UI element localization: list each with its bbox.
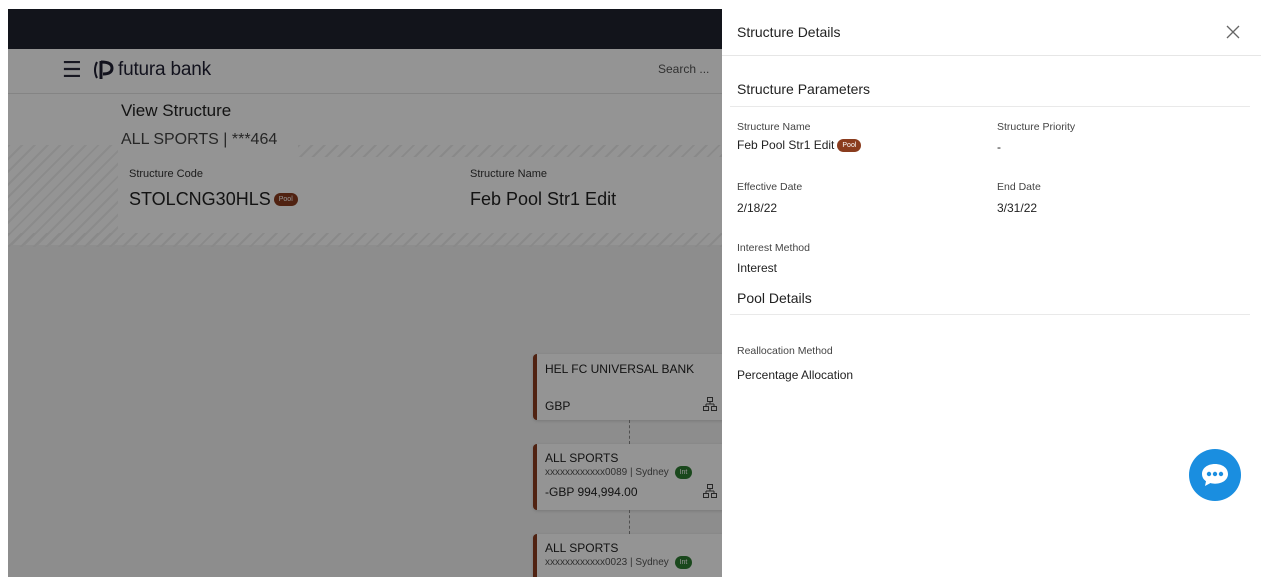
chat-button[interactable] xyxy=(1189,449,1241,501)
interest-method-value: Interest xyxy=(737,261,778,275)
divider xyxy=(730,314,1250,315)
effective-date-value: 2/18/22 xyxy=(737,201,778,215)
end-date-label: End Date xyxy=(997,181,1041,193)
drawer-header: Structure Details xyxy=(722,9,1261,56)
structure-details-drawer: Structure Details Structure Parameters S… xyxy=(722,9,1261,577)
window-frame-top xyxy=(0,0,1261,9)
end-date-value: 3/31/22 xyxy=(997,201,1038,215)
close-icon[interactable] xyxy=(1223,22,1243,42)
structure-name-label: Structure Name xyxy=(737,121,811,133)
effective-date-label: Effective Date xyxy=(737,181,803,193)
chat-bubble-icon xyxy=(1202,464,1228,486)
section-title-pool-details: Pool Details xyxy=(737,290,812,306)
divider xyxy=(730,106,1250,107)
window-frame-left xyxy=(0,0,8,577)
reallocation-method-label: Reallocation Method xyxy=(737,345,833,357)
pool-badge: Pool xyxy=(837,138,862,152)
interest-method-label: Interest Method xyxy=(737,242,810,254)
section-title-parameters: Structure Parameters xyxy=(737,81,871,97)
structure-name-value: Feb Pool Str1 Edit Pool xyxy=(737,138,862,152)
structure-name-text: Feb Pool Str1 Edit xyxy=(737,138,835,152)
structure-priority-value: - xyxy=(997,140,1001,154)
structure-priority-label: Structure Priority xyxy=(997,121,1076,133)
drawer-title: Structure Details xyxy=(737,24,841,40)
reallocation-method-value: Percentage Allocation xyxy=(737,368,854,382)
